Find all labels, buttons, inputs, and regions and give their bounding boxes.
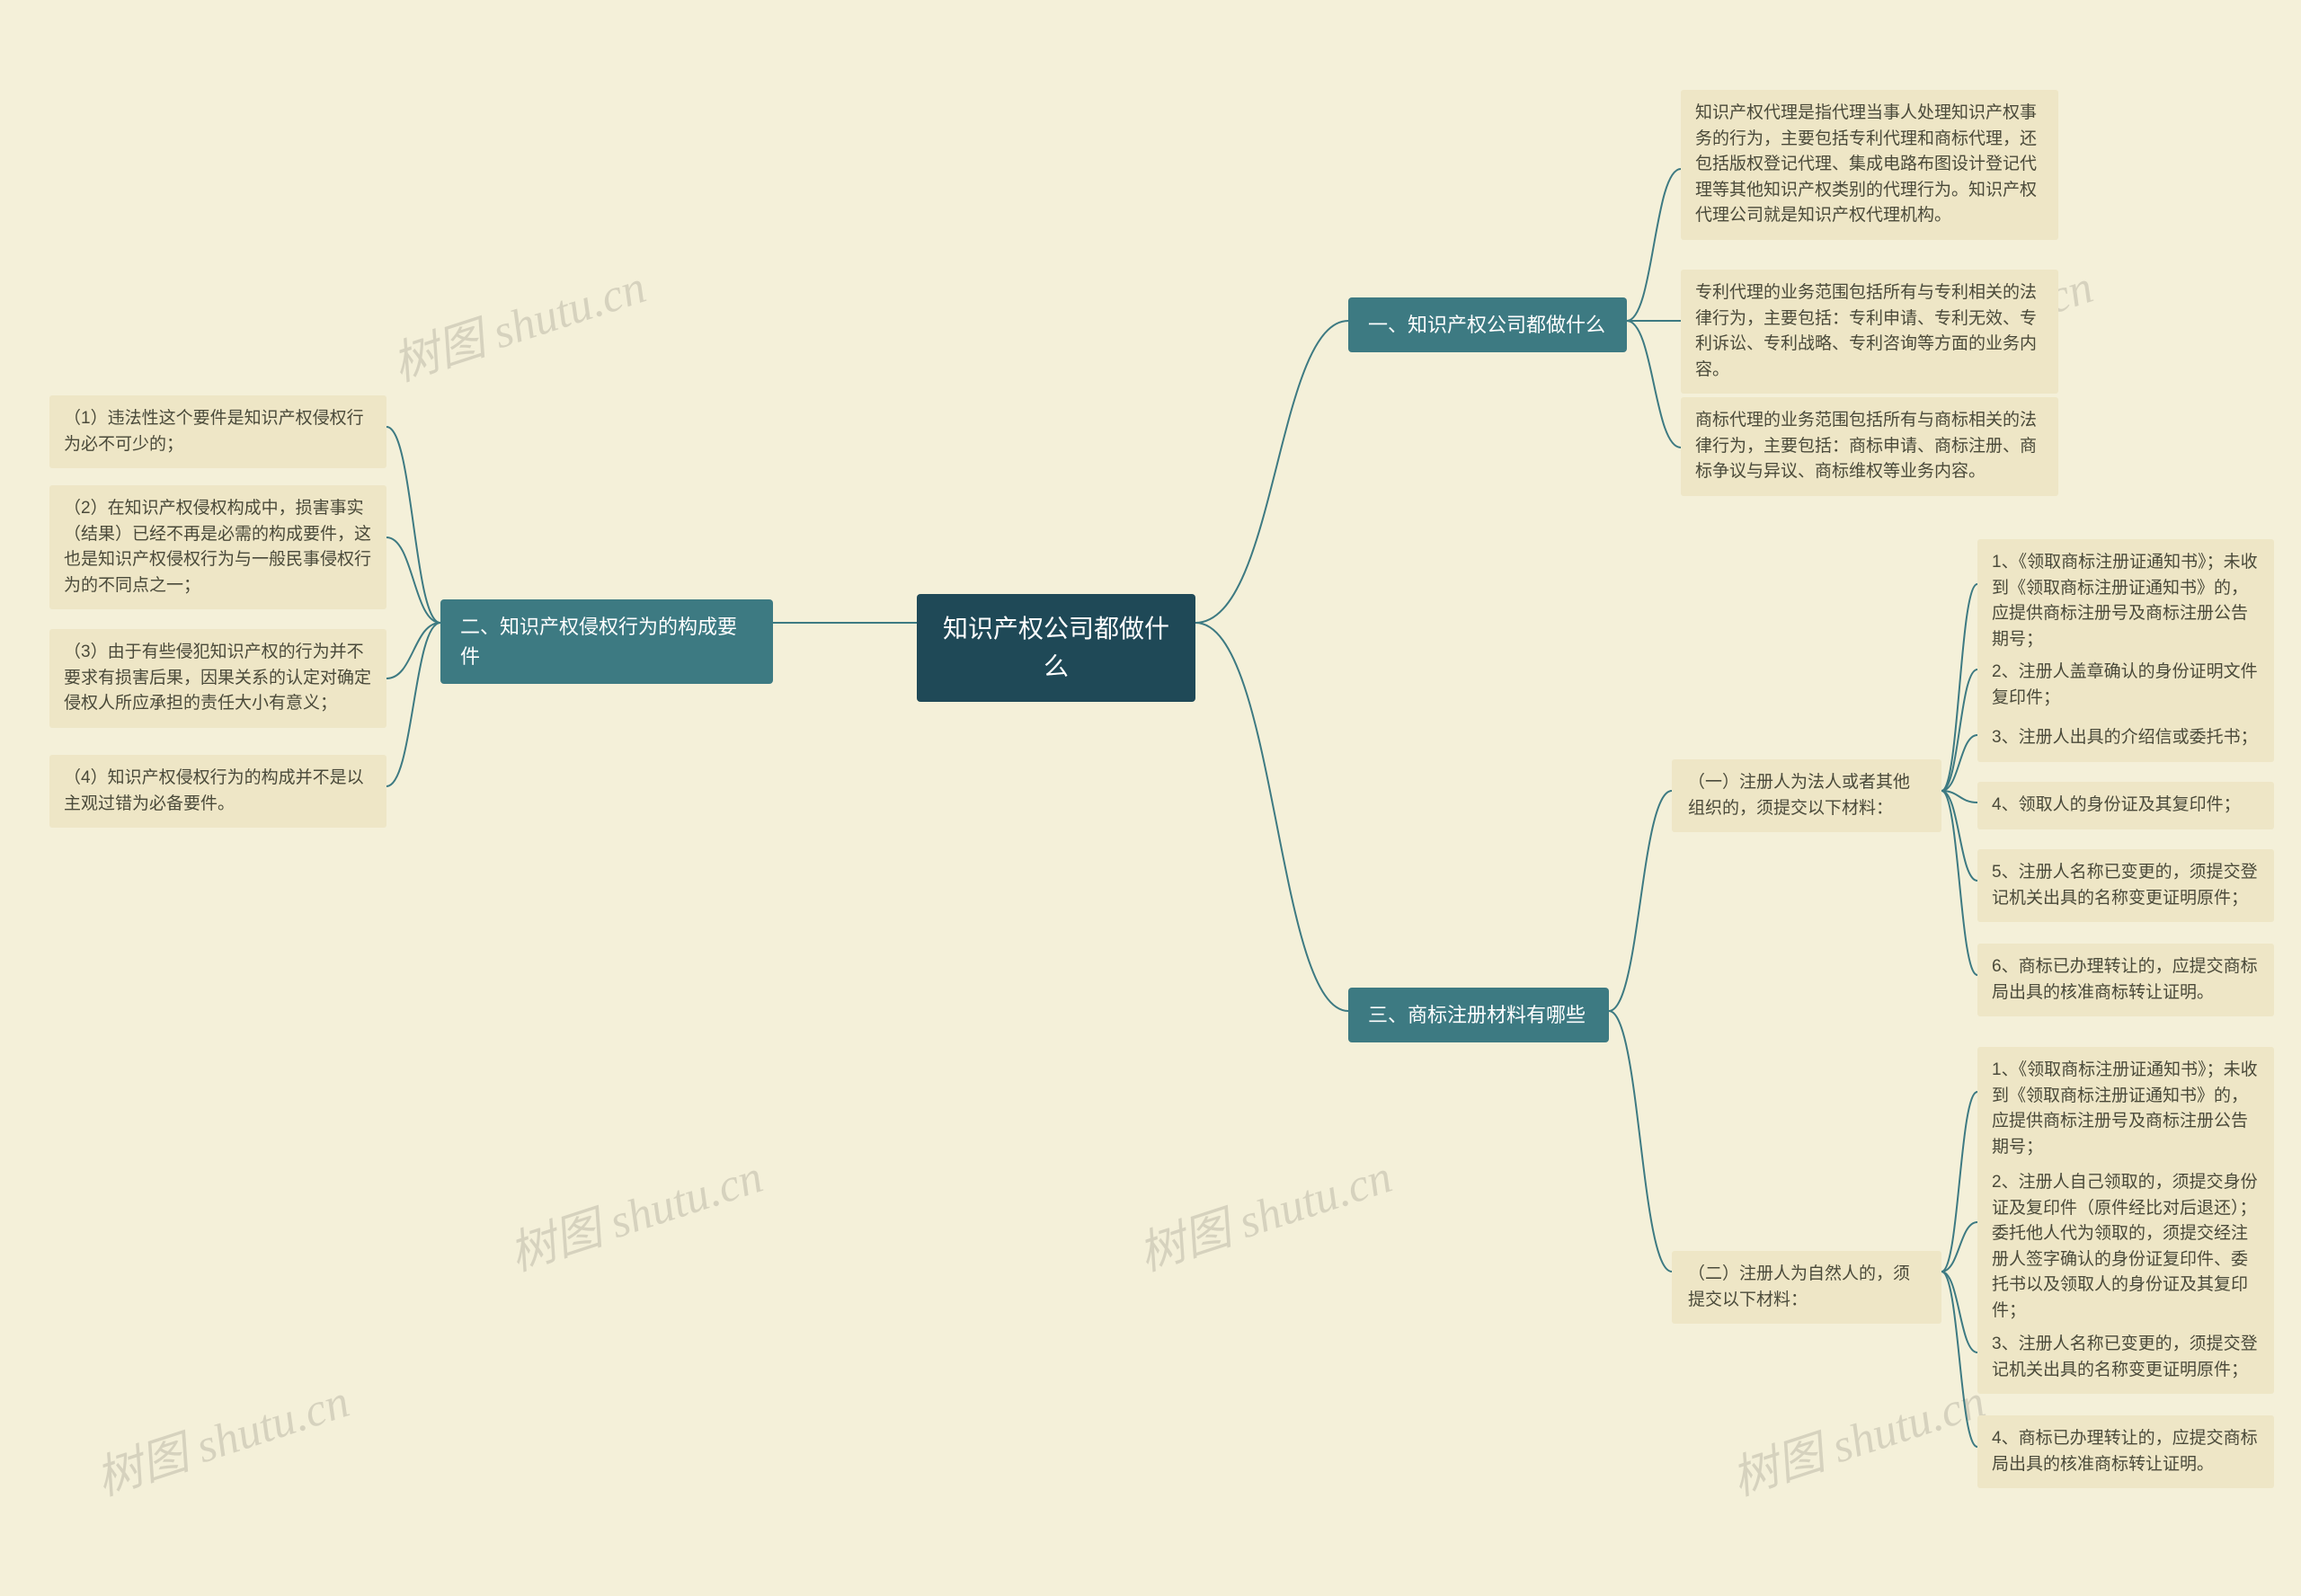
watermark: 树图 shutu.cn bbox=[1722, 1363, 1993, 1508]
branch-3-sub-a[interactable]: （一）注册人为法人或者其他组织的，须提交以下材料： bbox=[1672, 759, 1941, 832]
sub-b-item-4[interactable]: 4、商标已办理转让的，应提交商标局出具的核准商标转让证明。 bbox=[1977, 1415, 2274, 1488]
branch-3[interactable]: 三、商标注册材料有哪些 bbox=[1348, 988, 1609, 1042]
branch-1-item-2[interactable]: 专利代理的业务范围包括所有与专利相关的法律行为，主要包括：专利申请、专利无效、专… bbox=[1681, 270, 2058, 394]
branch-2-item-1[interactable]: （1）违法性这个要件是知识产权侵权行为必不可少的； bbox=[49, 395, 386, 468]
sub-b-item-1[interactable]: 1、《领取商标注册证通知书》；未收到《领取商标注册证通知书》的，应提供商标注册号… bbox=[1977, 1047, 2274, 1171]
sub-a-item-5[interactable]: 5、注册人名称已变更的，须提交登记机关出具的名称变更证明原件； bbox=[1977, 849, 2274, 922]
branch-2[interactable]: 二、知识产权侵权行为的构成要件 bbox=[440, 599, 773, 684]
watermark: 树图 shutu.cn bbox=[1129, 1139, 1399, 1283]
watermark: 树图 shutu.cn bbox=[86, 1363, 357, 1508]
branch-2-item-3[interactable]: （3）由于有些侵犯知识产权的行为并不要求有损害后果，因果关系的认定对确定侵权人所… bbox=[49, 629, 386, 728]
mindmap-canvas: 树图 shutu.cn 树图 shutu.cn 树图 shutu.cn 树图 s… bbox=[0, 0, 2301, 1596]
watermark: 树图 shutu.cn bbox=[500, 1139, 770, 1283]
root-node[interactable]: 知识产权公司都做什么 bbox=[917, 594, 1195, 702]
watermark: 树图 shutu.cn bbox=[383, 249, 653, 394]
branch-1-item-1[interactable]: 知识产权代理是指代理当事人处理知识产权事务的行为，主要包括专利代理和商标代理，还… bbox=[1681, 90, 2058, 240]
branch-1-item-3[interactable]: 商标代理的业务范围包括所有与商标相关的法律行为，主要包括：商标申请、商标注册、商… bbox=[1681, 397, 2058, 496]
sub-a-item-3[interactable]: 3、注册人出具的介绍信或委托书； bbox=[1977, 714, 2274, 762]
sub-b-item-3[interactable]: 3、注册人名称已变更的，须提交登记机关出具的名称变更证明原件； bbox=[1977, 1321, 2274, 1394]
sub-a-item-4[interactable]: 4、领取人的身份证及其复印件； bbox=[1977, 782, 2274, 829]
branch-2-item-2[interactable]: （2）在知识产权侵权构成中，损害事实（结果）已经不再是必需的构成要件，这也是知识… bbox=[49, 485, 386, 609]
sub-a-item-6[interactable]: 6、商标已办理转让的，应提交商标局出具的核准商标转让证明。 bbox=[1977, 944, 2274, 1016]
branch-3-sub-b[interactable]: （二）注册人为自然人的，须提交以下材料： bbox=[1672, 1251, 1941, 1324]
sub-a-item-2[interactable]: 2、注册人盖章确认的身份证明文件复印件； bbox=[1977, 649, 2274, 722]
sub-a-item-1[interactable]: 1、《领取商标注册证通知书》；未收到《领取商标注册证通知书》的，应提供商标注册号… bbox=[1977, 539, 2274, 663]
sub-b-item-2[interactable]: 2、注册人自己领取的，须提交身份证及复印件（原件经比对后退还）；委托他人代为领取… bbox=[1977, 1159, 2274, 1334]
branch-1[interactable]: 一、知识产权公司都做什么 bbox=[1348, 297, 1627, 352]
branch-2-item-4[interactable]: （4）知识产权侵权行为的构成并不是以主观过错为必备要件。 bbox=[49, 755, 386, 828]
